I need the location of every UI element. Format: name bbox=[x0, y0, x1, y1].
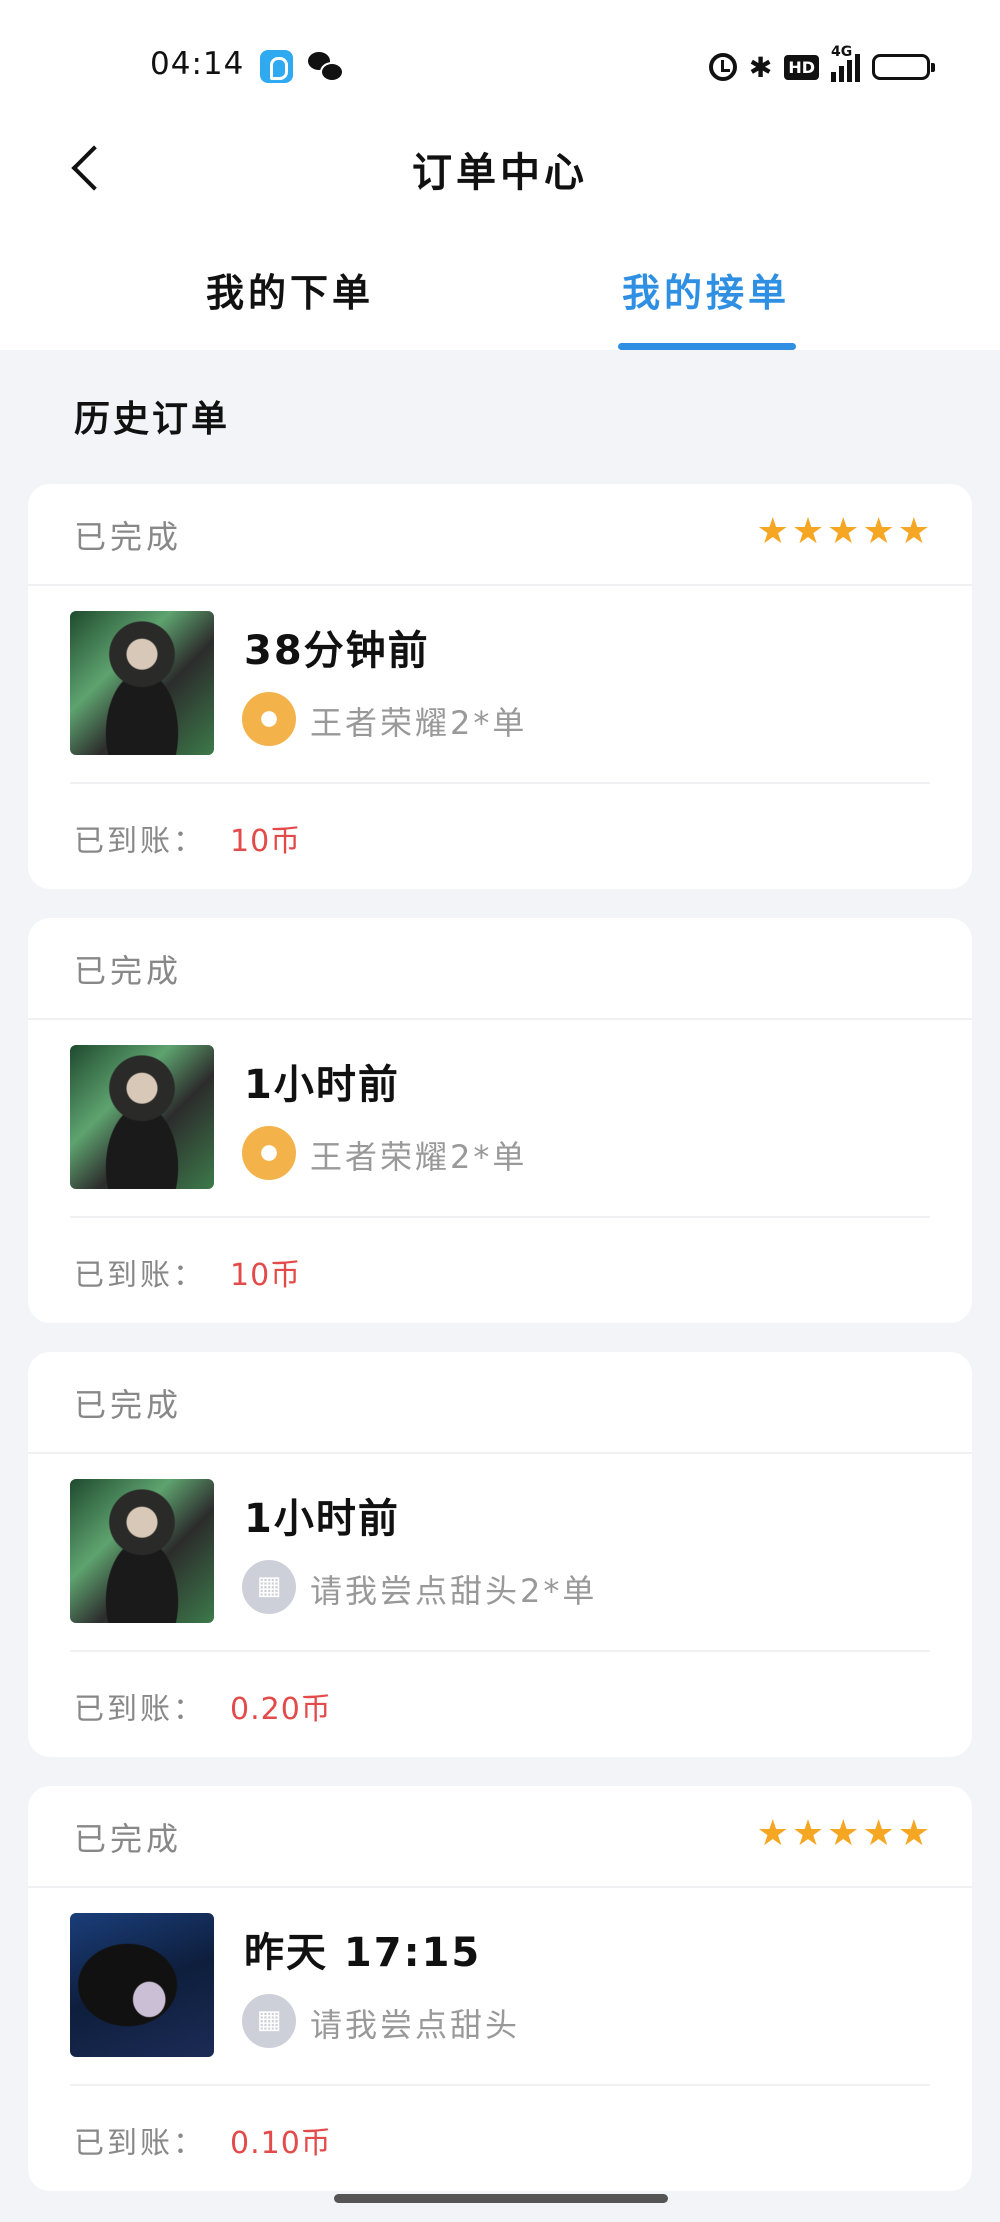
status-bar: 04:14 ✱ HD 4G bbox=[0, 0, 1000, 130]
order-time: 1小时前 bbox=[244, 1496, 400, 1542]
alarm-icon bbox=[708, 53, 737, 81]
star-icon: ★ bbox=[756, 1813, 789, 1854]
earn-label: 已到账： bbox=[74, 1258, 206, 1293]
customer-avatar[interactable] bbox=[70, 1045, 214, 1189]
service-name: 王者荣耀2*单 bbox=[310, 1138, 528, 1176]
order-status: 已完成 bbox=[74, 1386, 183, 1424]
service-name: 请我尝点甜头2*单 bbox=[310, 1572, 598, 1610]
earn-value: 0.10币 bbox=[230, 2126, 332, 2161]
earn-value: 10币 bbox=[230, 1258, 302, 1293]
order-card-header: 已完成 bbox=[28, 1352, 972, 1454]
star-icon: ★ bbox=[897, 511, 930, 552]
status-time: 04:14 bbox=[150, 46, 245, 82]
rating-stars: ★ ★ ★ ★ ★ bbox=[757, 1816, 930, 1852]
divider bbox=[70, 1650, 930, 1652]
order-status: 已完成 bbox=[74, 518, 183, 556]
earn-value: 10币 bbox=[230, 824, 302, 859]
customer-avatar[interactable] bbox=[70, 1479, 214, 1623]
order-time: 38分钟前 bbox=[244, 628, 430, 674]
apps-icon bbox=[242, 1560, 296, 1614]
order-card-header: 已完成 ★ ★ ★ ★ ★ bbox=[28, 484, 972, 586]
order-card[interactable]: 已完成 1小时前 王者荣耀2*单 已到账： 10币 bbox=[28, 918, 972, 1323]
bluetooth-icon: ✱ bbox=[748, 50, 773, 84]
order-card-header: 已完成 bbox=[28, 918, 972, 1020]
order-time: 昨天 17:15 bbox=[244, 1930, 482, 1976]
star-icon: ★ bbox=[827, 1813, 860, 1854]
service-name: 王者荣耀2*单 bbox=[310, 704, 528, 742]
game-icon bbox=[242, 692, 296, 746]
hd-icon: HD bbox=[784, 54, 819, 80]
star-icon: ★ bbox=[791, 511, 825, 552]
customer-avatar[interactable] bbox=[70, 1913, 214, 2057]
status-icons: ✱ HD 4G bbox=[708, 44, 935, 86]
divider bbox=[70, 2084, 930, 2086]
divider bbox=[70, 782, 930, 784]
star-icon: ★ bbox=[897, 1813, 930, 1854]
wechat-icon bbox=[308, 50, 344, 83]
star-icon: ★ bbox=[827, 511, 860, 552]
earn-value: 0.20币 bbox=[230, 1692, 332, 1727]
tab-my-orders[interactable]: 我的下单 bbox=[206, 262, 374, 317]
earn-label: 已到账： bbox=[74, 2126, 206, 2161]
order-status: 已完成 bbox=[74, 1820, 183, 1858]
battery-icon bbox=[872, 54, 935, 80]
order-time: 1小时前 bbox=[244, 1062, 400, 1108]
app-icon bbox=[260, 50, 293, 83]
order-card[interactable]: 已完成 1小时前 请我尝点甜头2*单 已到账： 0.20币 bbox=[28, 1352, 972, 1757]
signal-icon: 4G bbox=[831, 44, 860, 82]
star-icon: ★ bbox=[756, 511, 789, 552]
order-card-header: 已完成 ★ ★ ★ ★ ★ bbox=[28, 1786, 972, 1888]
home-indicator[interactable] bbox=[334, 2194, 668, 2203]
order-card[interactable]: 已完成 ★ ★ ★ ★ ★ 昨天 17:15 请我尝点甜头 已到账： 0.10币 bbox=[28, 1786, 972, 2191]
section-title: 历史订单 bbox=[74, 399, 231, 440]
rating-stars: ★ ★ ★ ★ ★ bbox=[757, 514, 930, 550]
header-area: 04:14 ✱ HD 4G 订单中心 我的下单 我的接单 bbox=[0, 0, 1000, 350]
apps-icon bbox=[242, 1994, 296, 2048]
star-icon: ★ bbox=[791, 1813, 825, 1854]
game-icon bbox=[242, 1126, 296, 1180]
tab-my-accepted[interactable]: 我的接单 bbox=[622, 262, 790, 317]
customer-avatar[interactable] bbox=[70, 611, 214, 755]
service-name: 请我尝点甜头 bbox=[310, 2006, 521, 2044]
network-label: 4G bbox=[831, 44, 853, 60]
order-card[interactable]: 已完成 ★ ★ ★ ★ ★ 38分钟前 王者荣耀2*单 已到账： 10币 bbox=[28, 484, 972, 889]
order-status: 已完成 bbox=[74, 952, 183, 990]
earn-label: 已到账： bbox=[74, 1692, 206, 1727]
page-title: 订单中心 bbox=[412, 150, 588, 196]
star-icon: ★ bbox=[862, 511, 895, 552]
divider bbox=[70, 1216, 930, 1218]
active-tab-indicator bbox=[618, 343, 796, 350]
star-icon: ★ bbox=[862, 1813, 895, 1854]
earn-label: 已到账： bbox=[74, 824, 206, 859]
